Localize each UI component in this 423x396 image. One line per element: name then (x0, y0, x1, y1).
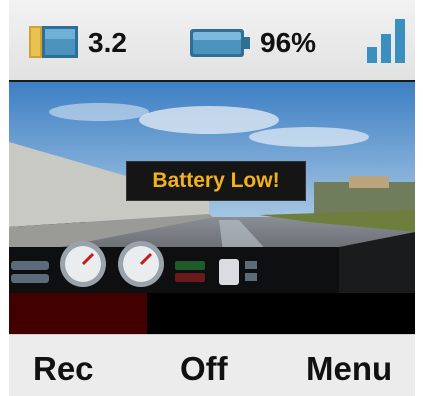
off-softkey[interactable]: Off (180, 350, 228, 388)
rec-softkey[interactable]: Rec (33, 350, 94, 388)
softkey-bar: Rec Off Menu (9, 334, 415, 396)
status-bar: 3.2 96% (9, 0, 415, 83)
battery-icon (190, 28, 250, 58)
sd-card-icon (29, 25, 79, 59)
battery-low-alert: Battery Low! (126, 161, 306, 201)
signal-strength-icon (365, 17, 407, 63)
menu-softkey[interactable]: Menu (306, 350, 392, 388)
device-screen: 3.2 96% Battery Low! Rec Off Menu (9, 0, 415, 396)
recording-progress-fill (9, 293, 148, 334)
storage-value: 3.2 (88, 27, 127, 58)
camera-viewport: Battery Low! (9, 82, 415, 334)
battery-percent: 96% (260, 27, 317, 58)
recording-progress-bar (9, 293, 415, 334)
